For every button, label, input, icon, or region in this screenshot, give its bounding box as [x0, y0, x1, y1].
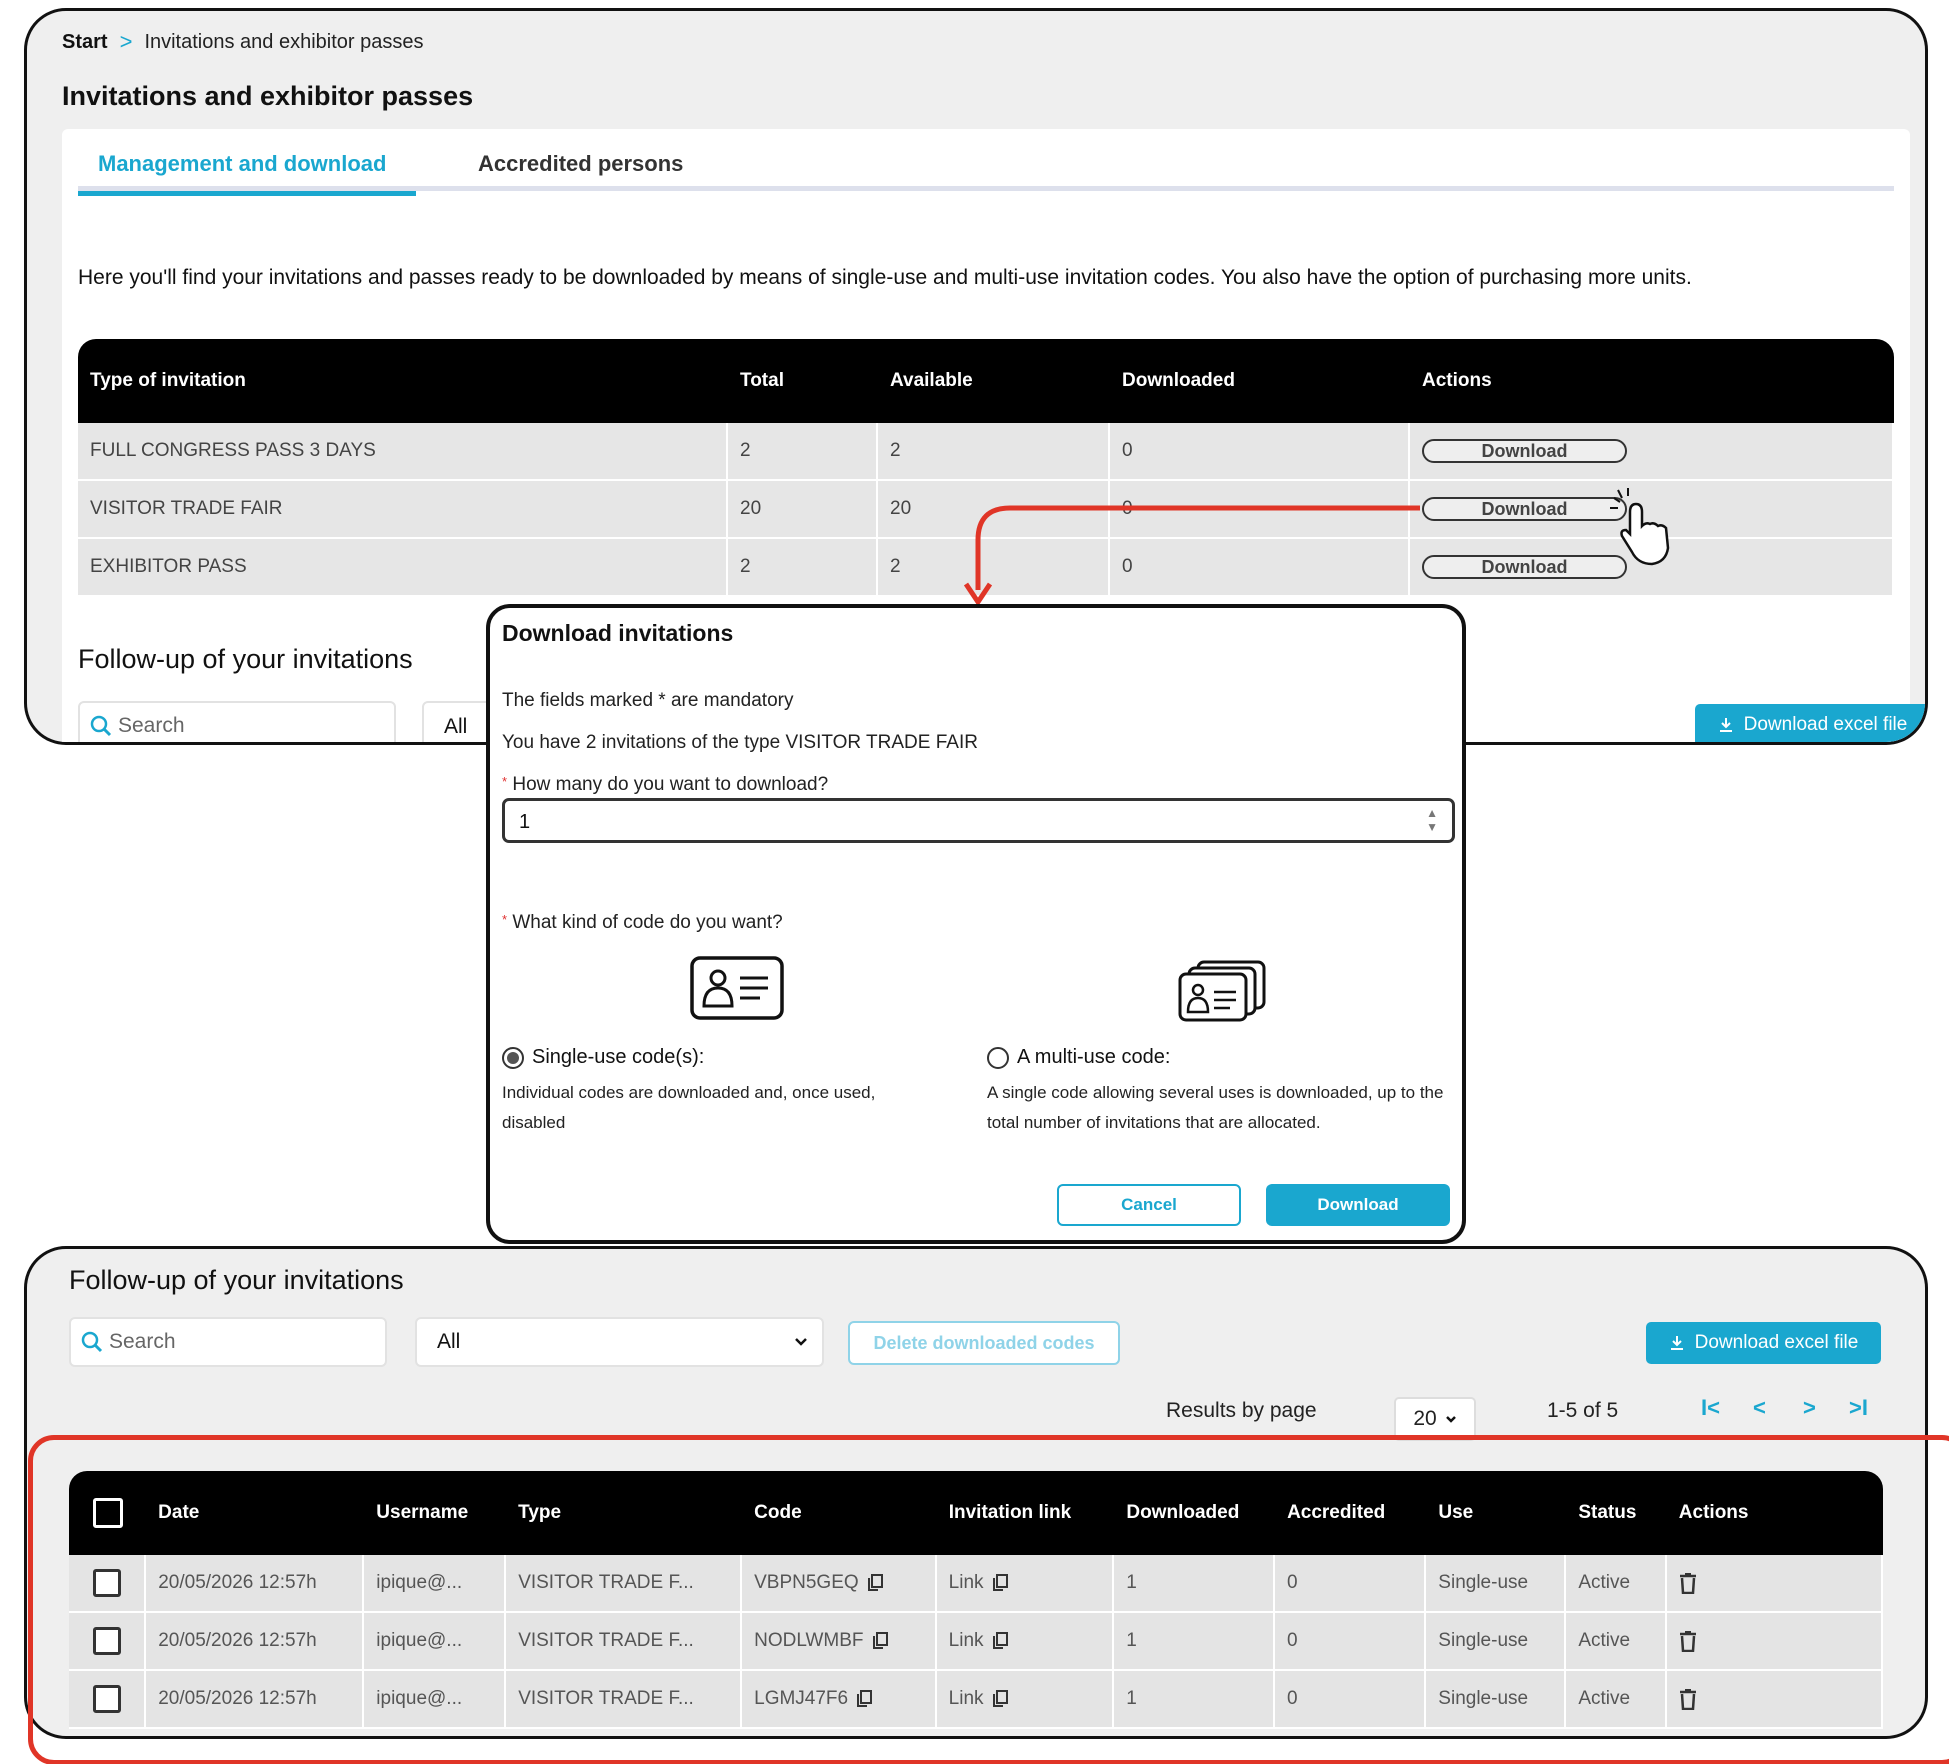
- cell-type: VISITOR TRADE FAIR: [78, 481, 728, 537]
- download-icon: [1719, 718, 1732, 732]
- breadcrumb-start-link[interactable]: Start: [62, 31, 108, 54]
- have-text: You have 2 invitations of the type: [502, 732, 781, 753]
- page-title: Invitations and exhibitor passes: [62, 81, 474, 111]
- cell-type: EXHIBITOR PASS: [78, 539, 728, 595]
- cell-total: 20: [728, 481, 878, 537]
- multi-use-description: A single code allowing several uses is d…: [987, 1083, 1444, 1132]
- download-excel-button[interactable]: Download excel file: [1646, 1322, 1881, 1364]
- table-row: FULL CONGRESS PASS 3 DAYS 2 2 0 Download: [78, 423, 1894, 481]
- results-by-page-label: Results by page: [1166, 1399, 1317, 1422]
- tab-bar: Management and download Accredited perso…: [78, 151, 1894, 196]
- cell-total: 2: [728, 539, 878, 595]
- pagination-range: 1-5 of 5: [1547, 1399, 1619, 1422]
- quantity-value: 1: [519, 811, 531, 833]
- multi-use-radio[interactable]: [987, 1046, 1009, 1069]
- cell-downloaded: 0: [1110, 539, 1410, 595]
- multi-use-label: A multi-use code:: [1017, 1046, 1171, 1068]
- followup-title: Follow-up of your invitations: [69, 1265, 404, 1295]
- available-count-text: You have 2 invitations of the type VISIT…: [502, 732, 978, 754]
- hand-cursor-icon: [1610, 488, 1670, 566]
- header-type: Type of invitation: [90, 370, 246, 391]
- chevron-down-icon: [795, 1338, 807, 1346]
- id-card-icon: [690, 956, 784, 1020]
- cell-downloaded: 0: [1110, 481, 1410, 537]
- download-excel-label: Download excel file: [1743, 714, 1908, 735]
- followup-title: Follow-up of your invitations: [78, 644, 413, 674]
- code-type-label-text: What kind of code do you want?: [512, 912, 783, 933]
- cell-type: FULL CONGRESS PASS 3 DAYS: [78, 423, 728, 479]
- delete-downloaded-codes-button[interactable]: Delete downloaded codes: [848, 1321, 1120, 1365]
- cell-actions: Download: [1410, 423, 1894, 479]
- search-input[interactable]: Search: [78, 701, 396, 742]
- cell-available: 2: [878, 423, 1110, 479]
- dialog-title: Download invitations: [502, 620, 734, 646]
- quantity-label: * How many do you want to download?: [502, 774, 828, 796]
- quantity-stepper[interactable]: 1 ▲ ▼: [502, 798, 1455, 843]
- last-page-icon[interactable]: >I: [1849, 1395, 1868, 1421]
- single-use-radio[interactable]: [502, 1046, 524, 1069]
- search-placeholder: Search: [109, 1330, 176, 1353]
- chevron-down-icon: [1445, 1415, 1456, 1423]
- download-invitations-dialog: Download invitations The fields marked *…: [486, 604, 1466, 1244]
- download-button[interactable]: Download: [1422, 497, 1627, 521]
- header-actions: Actions: [1422, 370, 1492, 391]
- multi-use-option[interactable]: A multi-use code:: [987, 1046, 1170, 1069]
- header-downloaded: Downloaded: [1122, 370, 1235, 391]
- status-filter-select[interactable]: All: [415, 1317, 824, 1367]
- header-available: Available: [890, 370, 973, 391]
- tab-accredited-persons[interactable]: Accredited persons: [458, 151, 703, 196]
- per-page-value: 20: [1413, 1407, 1437, 1430]
- stepper-arrows-icon[interactable]: ▲ ▼: [1426, 806, 1438, 834]
- download-excel-button[interactable]: Download excel file: [1695, 704, 1925, 742]
- breadcrumb-current: Invitations and exhibitor passes: [144, 30, 424, 53]
- invitation-type-name: VISITOR TRADE FAIR: [785, 732, 978, 753]
- intro-text: Here you'll find your invitations and pa…: [78, 266, 1692, 289]
- download-icon: [1670, 1336, 1683, 1350]
- header-total: Total: [740, 370, 784, 391]
- quantity-label-text: How many do you want to download?: [512, 774, 829, 795]
- cell-available: 2: [878, 539, 1110, 595]
- single-use-description: Individual codes are downloaded and, onc…: [502, 1083, 876, 1132]
- search-placeholder: Search: [118, 714, 185, 737]
- required-mark: *: [502, 912, 508, 927]
- previous-page-icon[interactable]: <: [1753, 1395, 1766, 1421]
- required-mark: *: [502, 774, 508, 789]
- cancel-button[interactable]: Cancel: [1057, 1184, 1241, 1226]
- search-input[interactable]: Search: [69, 1317, 387, 1367]
- table-header: Type of invitation Total Available Downl…: [78, 339, 1894, 423]
- id-card-stack-icon: [1178, 960, 1266, 1022]
- cell-total: 2: [728, 423, 878, 479]
- highlight-frame: [28, 1435, 1949, 1764]
- download-excel-label: Download excel file: [1694, 1332, 1859, 1353]
- code-type-label: * What kind of code do you want?: [502, 912, 783, 934]
- download-button[interactable]: Download: [1422, 555, 1627, 579]
- cell-available: 20: [878, 481, 1110, 537]
- single-use-option[interactable]: Single-use code(s):: [502, 1046, 704, 1069]
- search-icon: [90, 715, 112, 737]
- confirm-download-button[interactable]: Download: [1266, 1184, 1450, 1226]
- breadcrumb-chevron-icon: >: [119, 29, 133, 54]
- first-page-icon[interactable]: I<: [1701, 1395, 1720, 1421]
- mandatory-note: The fields marked * are mandatory: [502, 690, 794, 711]
- search-icon: [81, 1331, 103, 1353]
- breadcrumb: Start > Invitations and exhibitor passes: [62, 29, 424, 55]
- next-page-icon[interactable]: >: [1803, 1395, 1816, 1421]
- filter-value: All: [437, 1330, 461, 1353]
- download-button[interactable]: Download: [1422, 439, 1627, 463]
- tab-management-and-download[interactable]: Management and download: [78, 151, 416, 196]
- cell-downloaded: 0: [1110, 423, 1410, 479]
- single-use-label: Single-use code(s):: [532, 1046, 705, 1068]
